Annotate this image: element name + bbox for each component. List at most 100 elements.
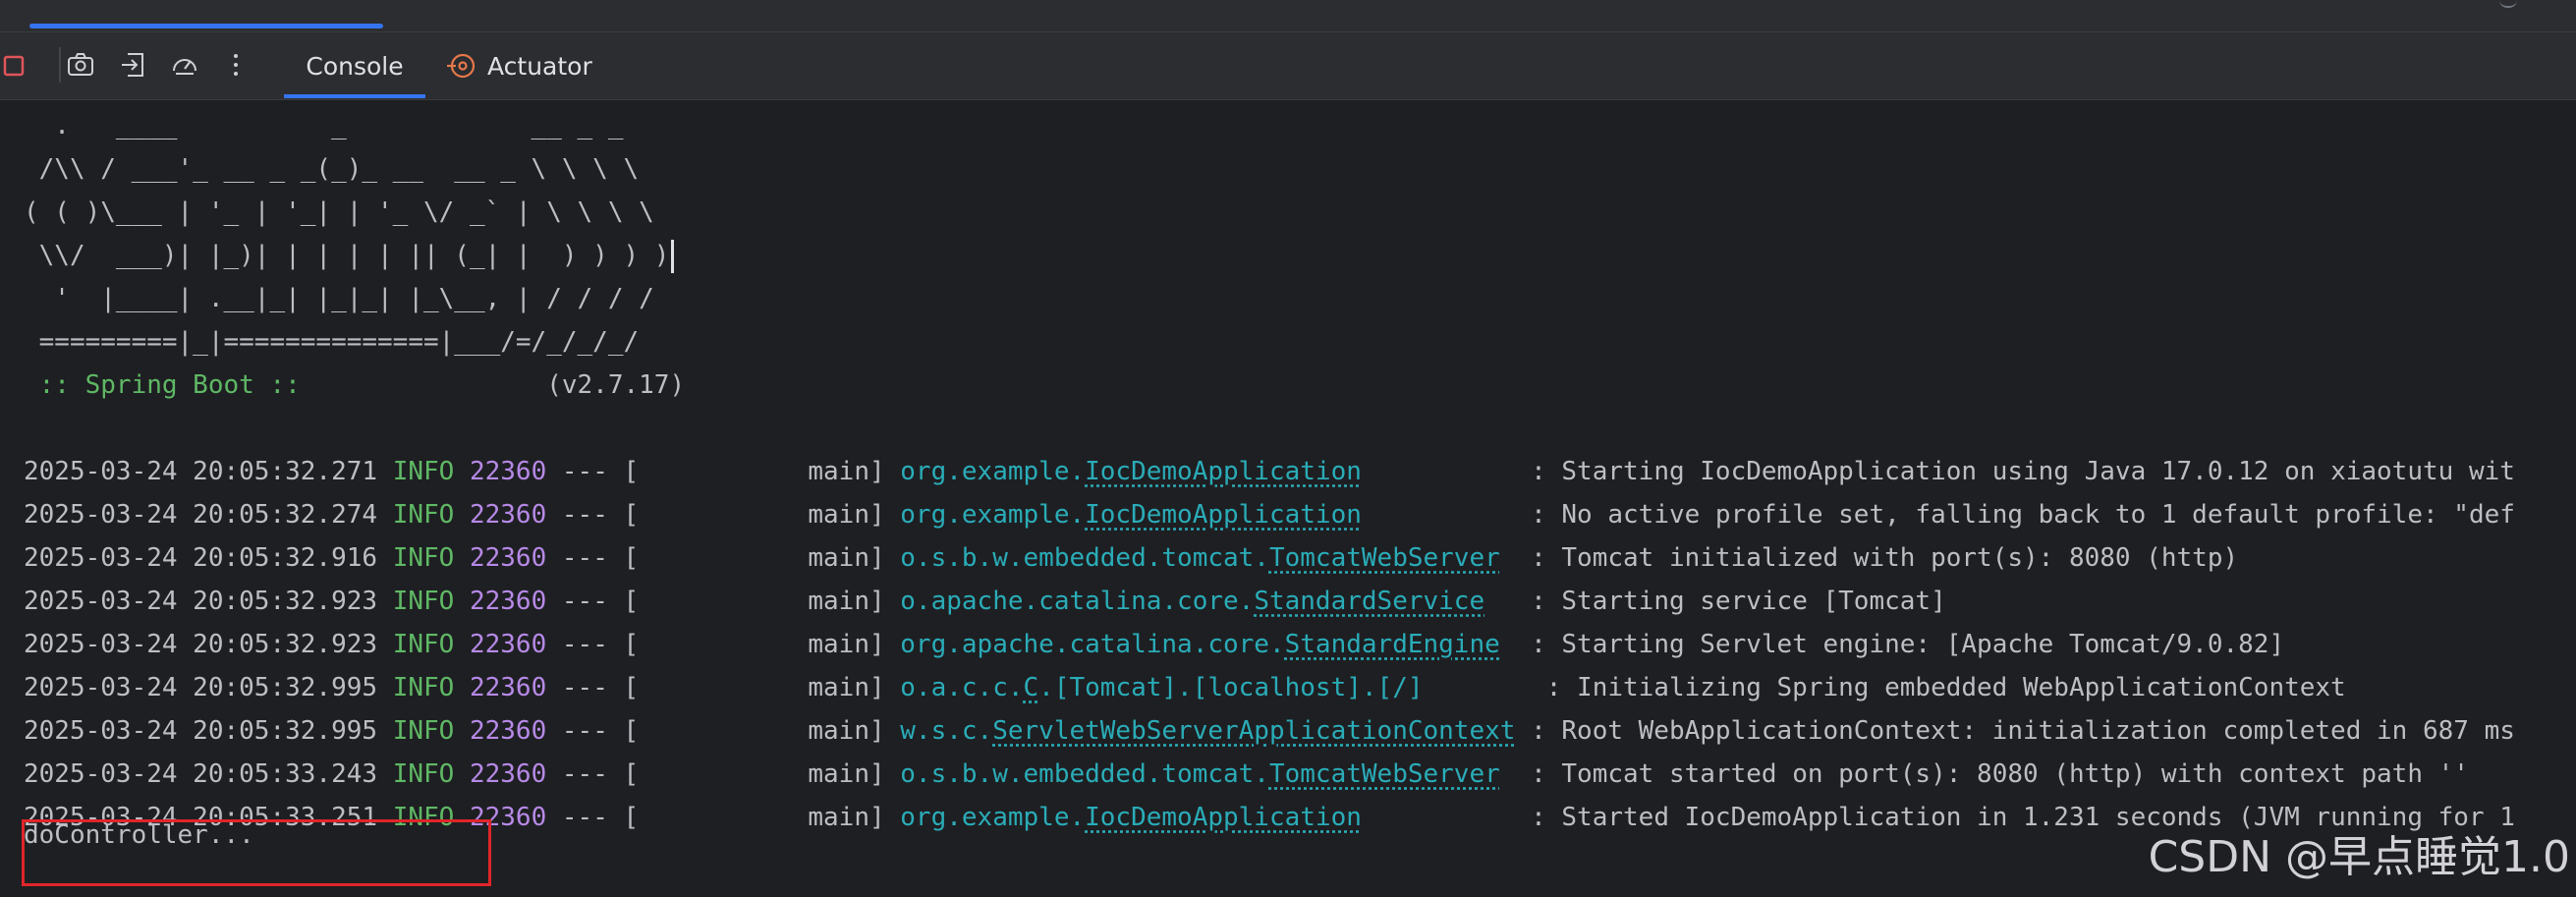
log-thread-sep: --- [ (546, 673, 640, 702)
log-thread-sep: --- [ (546, 587, 640, 616)
banner-line: ( ( )\___ | '_ | '_| | '_ \/ _` | \ \ \ … (24, 197, 654, 227)
log-timestamp: 2025-03-24 20:05:32.995 (24, 673, 378, 702)
log-thread: main] (639, 803, 901, 832)
log-logger-class[interactable]: ServletWebServerApplicationContext (992, 716, 1515, 746)
log-logger-pad (1362, 803, 1516, 832)
banner-line: ' |____| .__|_| |_|_| |_\__, | / / / / (24, 284, 654, 313)
text-caret (671, 239, 675, 273)
log-logger-pkg: w.s.c. (900, 716, 993, 746)
log-level: INFO (392, 500, 455, 530)
log-logger-pad (1362, 500, 1516, 530)
log-logger-pkg: o.a.c.c. (900, 673, 1024, 702)
banner-text: \\/ ___)| |_)| | | | | || (_| | ) ) ) ) (24, 241, 670, 270)
log-row: 2025-03-24 20:05:32.995 INFO 22360 --- [… (24, 666, 2346, 709)
log-pid: 22360 (469, 457, 547, 486)
run-tab-indicator[interactable] (29, 24, 383, 28)
log-pid: 22360 (469, 587, 547, 616)
log-logger-class[interactable]: StandardService (1254, 587, 1484, 616)
log-row: 2025-03-24 20:05:32.274 INFO 22360 --- [… (24, 493, 2515, 536)
log-level: INFO (392, 630, 455, 659)
log-logger-pad: .[Tomcat].[localhost].[/] (1038, 673, 1532, 702)
log-message: : Starting IocDemoApplication using Java… (1515, 457, 2515, 486)
tab-console-label: Console (306, 51, 404, 81)
log-space (454, 759, 470, 789)
log-thread-sep: --- [ (546, 500, 640, 530)
log-message: : No active profile set, falling back to… (1515, 500, 2515, 530)
console-output[interactable]: . ____ _ __ _ _ /\\ / ___'_ __ _ _(_)_ _… (0, 100, 2576, 897)
more-icon[interactable] (218, 47, 253, 83)
banner-line: /\\ / ___'_ __ _ _(_)_ __ __ _ \ \ \ \ (24, 154, 640, 184)
log-logger-class[interactable]: TomcatWebServer (1269, 759, 1500, 789)
tab-console[interactable]: Console (284, 32, 425, 99)
log-timestamp: 2025-03-24 20:05:32.995 (24, 716, 378, 746)
log-row: 2025-03-24 20:05:32.923 INFO 22360 --- [… (24, 623, 2284, 666)
log-logger-class[interactable]: StandardEngine (1285, 630, 1500, 659)
log-pid: 22360 (469, 630, 547, 659)
log-space (454, 673, 470, 702)
log-logger-class[interactable]: TomcatWebServer (1269, 543, 1500, 573)
log-logger-pad (1362, 457, 1516, 486)
log-space (454, 716, 470, 746)
log-space (377, 457, 393, 486)
banner-line: . ____ _ __ _ _ (24, 111, 624, 140)
log-space (377, 543, 393, 573)
stop-icon[interactable] (0, 47, 35, 83)
log-logger-pkg: org.apache.catalina.core. (900, 630, 1285, 659)
log-thread: main] (639, 587, 901, 616)
log-thread-sep: --- [ (546, 759, 640, 789)
log-thread: main] (639, 759, 901, 789)
exit-icon[interactable] (116, 47, 151, 83)
log-pid: 22360 (469, 500, 547, 530)
log-logger-class[interactable]: IocDemoApplication (1085, 457, 1362, 486)
log-timestamp: 2025-03-24 20:05:32.271 (24, 457, 378, 486)
log-level: INFO (392, 587, 455, 616)
camera-icon[interactable] (63, 47, 98, 83)
tab-actuator-label: Actuator (487, 51, 592, 81)
log-logger-pkg: org.example. (900, 500, 1086, 530)
log-thread-sep: --- [ (546, 457, 640, 486)
spring-boot-label: :: Spring Boot :: (24, 370, 316, 400)
log-message: : Starting Servlet engine: [Apache Tomca… (1515, 630, 2285, 659)
log-space (454, 457, 470, 486)
log-logger-pad (1500, 759, 1516, 789)
spring-boot-version: (v2.7.17) (315, 370, 686, 400)
banner-line: \\/ ___)| |_)| | | | | || (_| | ) ) ) ) (24, 234, 675, 277)
log-level: INFO (392, 759, 455, 789)
log-logger-class[interactable]: IocDemoApplication (1085, 500, 1362, 530)
log-level: INFO (392, 457, 455, 486)
log-thread: main] (639, 673, 901, 702)
log-space (377, 630, 393, 659)
log-logger-pad (1500, 630, 1516, 659)
tab-actuator[interactable]: Actuator (444, 32, 592, 99)
log-message: : Tomcat started on port(s): 8080 (http)… (1515, 759, 2469, 789)
log-logger-class[interactable]: IocDemoApplication (1085, 803, 1362, 832)
log-row: 2025-03-24 20:05:32.995 INFO 22360 --- [… (24, 709, 2515, 753)
log-timestamp: 2025-03-24 20:05:32.923 (24, 587, 378, 616)
log-thread-sep: --- [ (546, 716, 640, 746)
log-logger-pkg: o.s.b.w.embedded.tomcat. (900, 759, 1269, 789)
log-logger-pkg: org.example. (900, 457, 1086, 486)
log-pid: 22360 (469, 543, 547, 573)
log-row: 2025-03-24 20:05:32.916 INFO 22360 --- [… (24, 536, 2238, 580)
toolbar-separator (59, 47, 61, 83)
active-tab-underline (284, 94, 425, 98)
log-thread: main] (639, 500, 901, 530)
log-row: 2025-03-24 20:05:33.243 INFO 22360 --- [… (24, 753, 2469, 796)
log-logger-class[interactable]: C (1024, 673, 1039, 702)
log-space (454, 630, 470, 659)
log-space (377, 673, 393, 702)
log-thread-sep: --- [ (546, 803, 640, 832)
log-timestamp: 2025-03-24 20:05:33.243 (24, 759, 378, 789)
log-space (377, 716, 393, 746)
log-timestamp: 2025-03-24 20:05:32.274 (24, 500, 378, 530)
log-thread: main] (639, 630, 901, 659)
log-space (377, 500, 393, 530)
log-level: INFO (392, 716, 455, 746)
window-control[interactable] (2499, 0, 2517, 8)
log-thread-sep: --- [ (546, 543, 640, 573)
log-space (377, 759, 393, 789)
banner-line: =========|_|==============|___/=/_/_/_/ (24, 327, 640, 357)
log-logger-pkg: o.s.b.w.embedded.tomcat. (900, 543, 1269, 573)
watermark: CSDN @早点睡觉1.0 (2148, 832, 2570, 882)
gauge-icon[interactable] (167, 47, 202, 83)
